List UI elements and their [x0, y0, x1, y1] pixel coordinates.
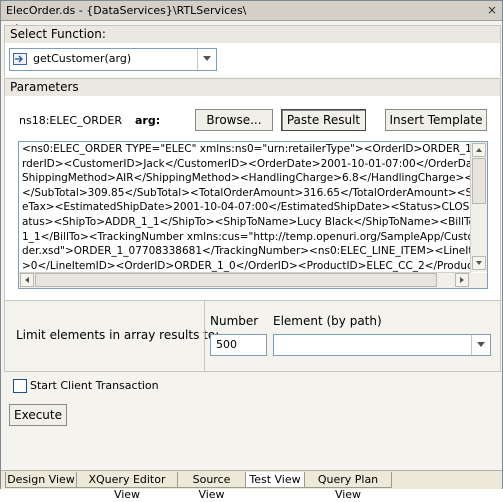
start-transaction-checkbox[interactable] — [13, 379, 27, 393]
select-function-panel: getCustomer(arg) — [4, 43, 501, 77]
function-select-dropdown[interactable] — [197, 49, 216, 70]
element-path-dropdown[interactable] — [471, 335, 490, 355]
close-icon[interactable]: × — [484, 2, 500, 18]
tab-xquery-editor-view[interactable]: XQuery Editor View — [76, 472, 178, 501]
function-icon — [13, 53, 27, 65]
parameters-header: Parameters — [4, 78, 501, 97]
paste-result-button[interactable]: Paste Result — [281, 109, 366, 131]
window-title: ElecOrder.ds - {DataServices}\RTLService… — [6, 4, 247, 17]
tab-test-view[interactable]: Test View — [245, 472, 305, 488]
horizontal-scroll-thumb[interactable] — [35, 273, 437, 287]
parameters-heading: Parameters — [10, 80, 79, 94]
tab-source-view[interactable]: Source View — [177, 472, 246, 501]
select-function-header: Select Function: — [4, 25, 501, 44]
tab-design-view[interactable]: Design View — [5, 472, 77, 488]
select-function-heading: Select Function: — [10, 27, 106, 41]
parameter-xml-text: <ns0:ELEC_ORDER TYPE="ELEC" xmlns:ns0="u… — [22, 143, 488, 286]
vertical-scrollbar[interactable] — [470, 142, 487, 272]
element-heading: Element (by path) — [273, 314, 382, 328]
window: ElecOrder.ds - {DataServices}\RTLService… — [0, 0, 503, 501]
limit-label: Limit elements in array results to: — [16, 328, 220, 342]
limit-panel: Limit elements in array results to: Numb… — [4, 301, 501, 372]
number-input[interactable]: 500 — [210, 334, 267, 356]
chevron-down-icon — [476, 261, 482, 265]
number-heading: Number — [210, 314, 259, 328]
parameter-xml-textarea[interactable]: <ns0:ELEC_ORDER TYPE="ELEC" xmlns:ns0="u… — [18, 141, 488, 289]
param-name-label: arg: — [135, 114, 161, 127]
insert-template-button[interactable]: Insert Template — [385, 109, 487, 131]
horizontal-scrollbar[interactable] — [19, 272, 471, 288]
title-bar: ElecOrder.ds - {DataServices}\RTLService… — [1, 1, 502, 21]
chevron-down-icon — [203, 56, 211, 61]
view-tabs: Design View XQuery Editor View Source Vi… — [1, 470, 502, 501]
start-transaction-label: Start Client Transaction — [30, 379, 159, 392]
limit-divider — [204, 301, 205, 371]
function-select[interactable]: getCustomer(arg) — [9, 48, 217, 71]
tab-query-plan-view[interactable]: Query Plan View — [304, 472, 392, 501]
element-path-select[interactable] — [273, 334, 491, 356]
chevron-down-icon — [477, 342, 485, 347]
scroll-corner — [471, 273, 487, 288]
chevron-right-icon — [460, 277, 464, 283]
number-input-value: 500 — [216, 338, 237, 351]
scroll-left-button[interactable] — [20, 273, 34, 287]
param-type-label: ns18:ELEC_ORDER — [19, 114, 122, 127]
browse-button[interactable]: Browse... — [195, 109, 273, 131]
scroll-right-button[interactable] — [455, 273, 469, 287]
function-select-value: getCustomer(arg) — [33, 52, 132, 65]
vertical-scroll-thumb[interactable] — [472, 158, 486, 204]
execute-button[interactable]: Execute — [9, 404, 67, 426]
scroll-up-button[interactable] — [472, 143, 486, 157]
chevron-left-icon — [25, 277, 29, 283]
scroll-down-button[interactable] — [472, 256, 486, 270]
chevron-up-icon — [476, 148, 482, 152]
